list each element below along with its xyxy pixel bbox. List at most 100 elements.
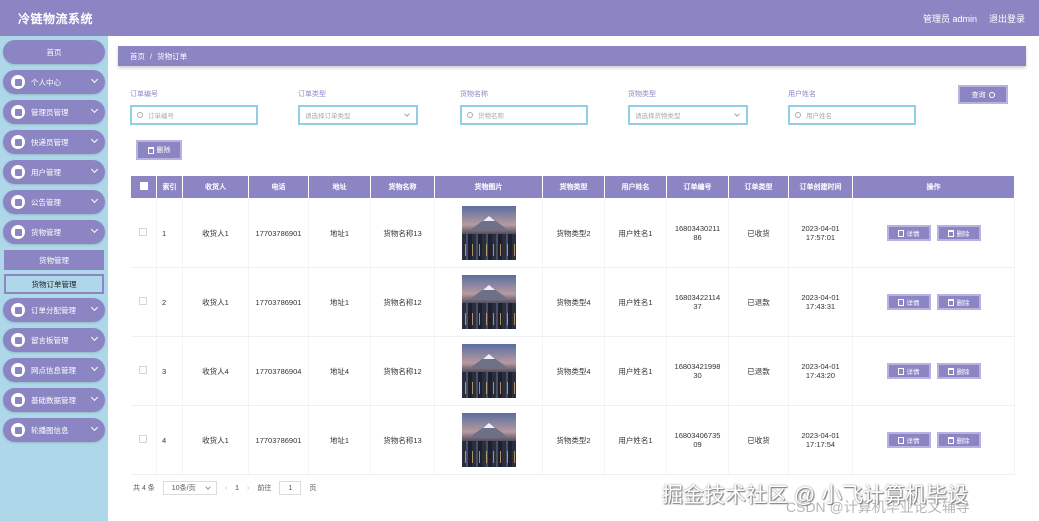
cell-address: 地址1 — [308, 267, 371, 337]
cell-address: 地址1 — [308, 198, 371, 268]
cell-receiver: 收货人4 — [182, 336, 249, 406]
goods-name-label: 货物名称 — [460, 91, 488, 98]
sidebar-item-home[interactable]: 首页 — [3, 40, 105, 64]
sidebar-item-goods[interactable]: 货物管理 — [3, 220, 105, 244]
select-all-header[interactable] — [130, 175, 157, 199]
sidebar-item-label: 基础数据管理 — [31, 395, 76, 405]
sidebar-item-messages[interactable]: 留言板管理 — [3, 328, 105, 352]
breadcrumb-home[interactable]: 首页 — [130, 51, 145, 62]
doc-icon — [897, 298, 904, 306]
sidebar-item-users[interactable]: 用户管理 — [3, 160, 105, 184]
cell-receiver: 收货人1 — [182, 267, 249, 337]
col-header: 地址 — [308, 175, 371, 199]
detail-button[interactable]: 详情 — [886, 432, 931, 448]
delete-button[interactable]: 删除 — [936, 432, 981, 448]
col-header: 用户姓名 — [604, 175, 667, 199]
goto-page-input[interactable]: 1 — [279, 481, 302, 495]
notice-icon — [11, 195, 25, 209]
goods-type-field: 货物类型 请选择货物类型 — [628, 89, 748, 125]
detail-button[interactable]: 详情 — [886, 225, 931, 241]
select-all-checkbox[interactable] — [139, 182, 148, 190]
order-no-input[interactable]: 订单编号 — [130, 105, 258, 125]
chevron-down-icon — [90, 333, 99, 342]
cell-goods-type: 货物类型4 — [542, 336, 605, 406]
sidebar-item-carousel[interactable]: 轮播图信息 — [3, 418, 105, 442]
breadcrumb-current: 货物订单 — [157, 51, 188, 61]
goods-thumbnail[interactable] — [461, 275, 516, 329]
user-icon — [11, 75, 25, 89]
next-page-button[interactable]: › — [247, 485, 249, 492]
prev-page-button[interactable]: ‹ — [225, 485, 227, 492]
sidebar-item-admin[interactable]: 管理员管理 — [3, 100, 105, 124]
sidebar-subitem-goods[interactable]: 货物管理 — [4, 250, 104, 270]
cell-goods-image — [434, 405, 543, 475]
table-row: 3 收货人4 17703786904 地址4 货物名称12 货物类型4 用户姓名… — [130, 336, 1015, 406]
sidebar-item-label: 个人中心 — [31, 77, 61, 87]
row-checkbox[interactable] — [139, 297, 148, 305]
doc-icon — [897, 229, 904, 237]
data-icon — [11, 393, 25, 407]
user-name-label: 用户姓名 — [788, 91, 816, 98]
sidebar: 首页 个人中心 管理员管理 快递员管理 用户管理 公告管理 货物管理 货物管理 … — [0, 36, 108, 521]
query-button[interactable]: 查询 — [958, 85, 1008, 104]
chevron-down-icon — [404, 111, 410, 117]
sidebar-item-courier[interactable]: 快递员管理 — [3, 130, 105, 154]
logout-link[interactable]: 退出登录 — [989, 12, 1025, 25]
order-type-select[interactable]: 请选择订单类型 — [298, 105, 418, 125]
detail-button[interactable]: 详情 — [886, 294, 931, 310]
detail-button[interactable]: 详情 — [886, 363, 931, 379]
cell-order-type: 已退款 — [728, 267, 789, 337]
cell-order-type: 已收货 — [728, 198, 789, 268]
delete-button[interactable]: 删除 — [936, 225, 981, 241]
trash-icon — [947, 367, 954, 375]
order-no-label: 订单编号 — [130, 91, 158, 98]
cell-created: 2023-04-01 17:17:54 — [788, 405, 853, 475]
cell-created: 2023-04-01 17:43:31 — [788, 267, 853, 337]
goods-thumbnail[interactable] — [461, 206, 516, 260]
table-header-row: 索引 收货人 电话 地址 货物名称 货物图片 货物类型 用户姓名 订单编号 订单… — [130, 175, 1015, 199]
cell-phone: 17703786901 — [248, 267, 309, 337]
row-checkbox[interactable] — [139, 366, 148, 374]
goto-label: 前往 — [257, 485, 272, 492]
breadcrumb-separator: / — [150, 51, 153, 61]
delete-button[interactable]: 删除 — [936, 294, 981, 310]
sidebar-item-label: 公告管理 — [31, 197, 61, 207]
goods-name-field: 货物名称 货物名称 — [460, 89, 588, 125]
sidebar-item-label: 管理员管理 — [31, 107, 69, 117]
sidebar-subitem-goods-orders[interactable]: 货物订单管理 — [4, 274, 104, 294]
cell-receiver: 收货人1 — [182, 198, 249, 268]
sidebar-item-label: 快递员管理 — [31, 137, 69, 147]
cell-user-name: 用户姓名1 — [604, 336, 667, 406]
chevron-down-icon — [90, 195, 99, 204]
delete-button[interactable]: 删除 — [936, 363, 981, 379]
search-icon — [988, 91, 995, 98]
app-title: 冷链物流系统 — [18, 11, 94, 26]
user-name-input[interactable]: 用户姓名 — [788, 105, 916, 125]
breadcrumb: 首页 / 货物订单 — [118, 46, 1026, 66]
row-checkbox[interactable] — [139, 228, 148, 236]
cell-order-no: 1680340673509 — [666, 405, 729, 475]
cell-user-name: 用户姓名1 — [604, 198, 667, 268]
page-size-select[interactable]: 10条/页 — [162, 481, 217, 495]
sidebar-item-basedata[interactable]: 基础数据管理 — [3, 388, 105, 412]
goods-name-input[interactable]: 货物名称 — [460, 105, 588, 125]
sidebar-item-branch[interactable]: 网点信息管理 — [3, 358, 105, 382]
cell-index: 4 — [156, 405, 183, 475]
cell-goods-type: 货物类型4 — [542, 267, 605, 337]
chevron-down-icon — [90, 135, 99, 144]
sidebar-item-profile[interactable]: 个人中心 — [3, 70, 105, 94]
sidebar-item-assign[interactable]: 订单分配管理 — [3, 298, 105, 322]
goods-thumbnail[interactable] — [461, 413, 516, 467]
cell-index: 2 — [156, 267, 183, 337]
juejin-watermark: 掘金技术社区 @ 小飞计算机毕设 — [662, 484, 968, 507]
goods-thumbnail[interactable] — [461, 344, 516, 398]
page-number-current[interactable]: 1 — [235, 485, 239, 492]
batch-delete-button[interactable]: 删除 — [136, 140, 182, 160]
trash-icon — [947, 298, 954, 306]
goods-type-select[interactable]: 请选择货物类型 — [628, 105, 748, 125]
sidebar-item-notice[interactable]: 公告管理 — [3, 190, 105, 214]
sidebar-item-label: 留言板管理 — [31, 335, 69, 345]
cell-phone: 17703786904 — [248, 336, 309, 406]
chevron-down-icon — [204, 484, 211, 490]
row-checkbox[interactable] — [139, 435, 148, 443]
